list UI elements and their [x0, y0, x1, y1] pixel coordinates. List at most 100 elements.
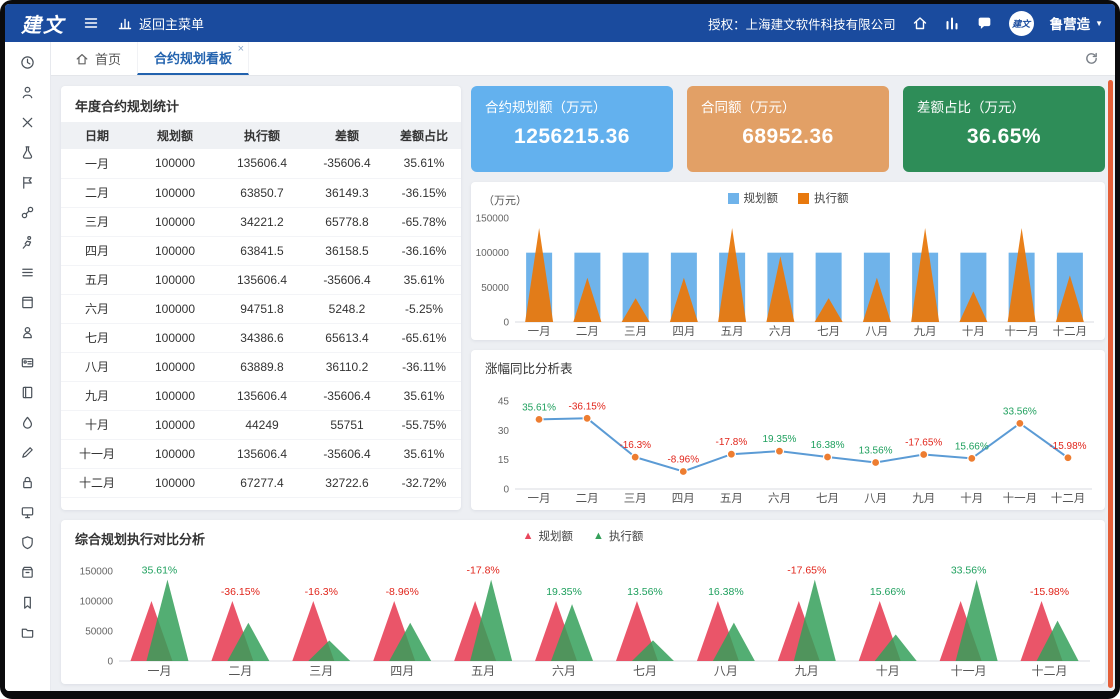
back-to-main-menu-label: 返回主菜单 — [139, 14, 204, 33]
cell-diff: 36110.2 — [307, 352, 387, 381]
stats-table: 日期规划额执行额差额差额占比 一月100000135606.4-35606.43… — [61, 122, 461, 498]
cell-diff: 36149.3 — [307, 178, 387, 207]
hamburger-menu-icon[interactable] — [83, 15, 99, 31]
column-header: 差额占比 — [387, 122, 461, 149]
link-icon — [20, 205, 35, 220]
cell-exec: 67277.4 — [217, 468, 307, 497]
back-to-main-menu[interactable]: 返回主菜单 — [117, 14, 204, 33]
cell-month: 一月 — [61, 149, 133, 178]
card-icon — [20, 355, 35, 370]
close-icon[interactable]: × — [238, 43, 244, 55]
svg-text:八月: 八月 — [714, 664, 738, 678]
table-row: 五月100000135606.4-35606.435.61% — [61, 265, 461, 294]
app: 建文 返回主菜单 授权：上海建文软件科技有限公司 建文 — [5, 4, 1115, 691]
sidebar-item-runner[interactable] — [5, 227, 50, 257]
cell-diff: -35606.4 — [307, 439, 387, 468]
svg-text:五月: 五月 — [720, 493, 743, 505]
svg-text:十二月: 十二月 — [1053, 324, 1088, 338]
cell-exec: 63850.7 — [217, 178, 307, 207]
cell-month: 四月 — [61, 236, 133, 265]
cell-diff: 5248.2 — [307, 294, 387, 323]
kpi-row: 合约规划额（万元） 1256215.36 合同额（万元） 68952.36 差额… — [471, 86, 1105, 172]
cell-ratio: -32.72% — [387, 468, 461, 497]
cell-month: 二月 — [61, 178, 133, 207]
cell-diff: -35606.4 — [307, 381, 387, 410]
table-row: 二月10000063850.736149.3-36.15% — [61, 178, 461, 207]
sidebar-item-flag[interactable] — [5, 167, 50, 197]
cell-ratio: 35.61% — [387, 149, 461, 178]
user-icon — [20, 325, 35, 340]
scrollbar[interactable] — [1108, 80, 1113, 688]
sidebar-item-pen[interactable] — [5, 437, 50, 467]
column-header: 日期 — [61, 122, 133, 149]
cell-plan: 100000 — [133, 207, 217, 236]
refresh-button[interactable] — [1068, 42, 1115, 75]
sidebar-item-shield[interactable] — [5, 527, 50, 557]
svg-text:35.61%: 35.61% — [522, 402, 556, 413]
cell-exec: 63889.8 — [217, 352, 307, 381]
tab-home[interactable]: 首页 — [59, 42, 137, 75]
sidebar-item-lock[interactable] — [5, 467, 50, 497]
svg-text:一月: 一月 — [528, 493, 551, 505]
sidebar-item-box[interactable] — [5, 557, 50, 587]
comparison-chart-panel: 综合规划执行对比分析 ▲规划额 ▲执行额 0500001000001500003… — [61, 520, 1105, 684]
brand-badge: 建文 — [1009, 11, 1034, 36]
kpi-value: 1256215.36 — [485, 125, 659, 149]
sidebar-item-tools[interactable] — [5, 107, 50, 137]
svg-text:-36.15%: -36.15% — [569, 401, 606, 412]
drop-icon — [20, 415, 35, 430]
chat-icon[interactable] — [976, 15, 993, 32]
column-header: 差额 — [307, 122, 387, 149]
svg-text:-17.8%: -17.8% — [716, 437, 748, 448]
svg-text:35.61%: 35.61% — [142, 565, 178, 577]
sidebar-item-list[interactable] — [5, 257, 50, 287]
cell-diff: -35606.4 — [307, 265, 387, 294]
sidebar-item-link[interactable] — [5, 197, 50, 227]
sidebar-item-book[interactable] — [5, 287, 50, 317]
svg-text:九月: 九月 — [795, 664, 819, 678]
tab-contract-dashboard[interactable]: 合约规划看板 × — [137, 42, 249, 75]
svg-text:一月: 一月 — [147, 664, 171, 678]
flask-icon — [20, 145, 35, 160]
cell-ratio: -55.75% — [387, 410, 461, 439]
cell-month: 十一月 — [61, 439, 133, 468]
runner-icon — [20, 235, 35, 250]
chevron-down-icon: ▼ — [1095, 19, 1103, 28]
org-chart-icon[interactable] — [944, 15, 960, 31]
cell-exec: 135606.4 — [217, 149, 307, 178]
svg-text:五月: 五月 — [471, 664, 495, 678]
exec-legend-swatch — [798, 193, 809, 204]
user-menu[interactable]: 鲁营造 ▼ — [1050, 13, 1103, 33]
cell-diff: 65613.4 — [307, 323, 387, 352]
svg-text:三月: 三月 — [624, 493, 647, 505]
cell-ratio: -36.11% — [387, 352, 461, 381]
svg-text:八月: 八月 — [865, 326, 888, 338]
table-header-row: 日期规划额执行额差额差额占比 — [61, 122, 461, 149]
svg-text:15: 15 — [498, 455, 510, 466]
chart-legend: 规划额 执行额 — [471, 190, 1105, 206]
cell-exec: 63841.5 — [217, 236, 307, 265]
sidebar-item-person[interactable] — [5, 77, 50, 107]
sidebar-item-drop[interactable] — [5, 407, 50, 437]
sidebar-item-screen[interactable] — [5, 497, 50, 527]
sidebar-item-card[interactable] — [5, 347, 50, 377]
cell-exec: 94751.8 — [217, 294, 307, 323]
sidebar-item-flask[interactable] — [5, 137, 50, 167]
svg-text:四月: 四月 — [672, 326, 695, 338]
sidebar-item-user[interactable] — [5, 317, 50, 347]
shield-icon — [20, 535, 35, 550]
sidebar-item-notebook[interactable] — [5, 377, 50, 407]
kpi-label: 合约规划额（万元） — [485, 96, 659, 116]
cell-month: 九月 — [61, 381, 133, 410]
sidebar-item-folder[interactable] — [5, 617, 50, 647]
right-pane: 首页 合约规划看板 × 年度合约规划统计 — [51, 42, 1115, 691]
kpi-value: 68952.36 — [701, 125, 875, 149]
cell-ratio: -65.78% — [387, 207, 461, 236]
home-icon[interactable] — [912, 15, 928, 31]
cell-ratio: 35.61% — [387, 439, 461, 468]
svg-text:六月: 六月 — [768, 492, 791, 505]
svg-text:二月: 二月 — [576, 326, 599, 338]
sidebar-item-bookmark[interactable] — [5, 587, 50, 617]
folder-icon — [20, 625, 35, 640]
sidebar-item-clock[interactable] — [5, 47, 50, 77]
